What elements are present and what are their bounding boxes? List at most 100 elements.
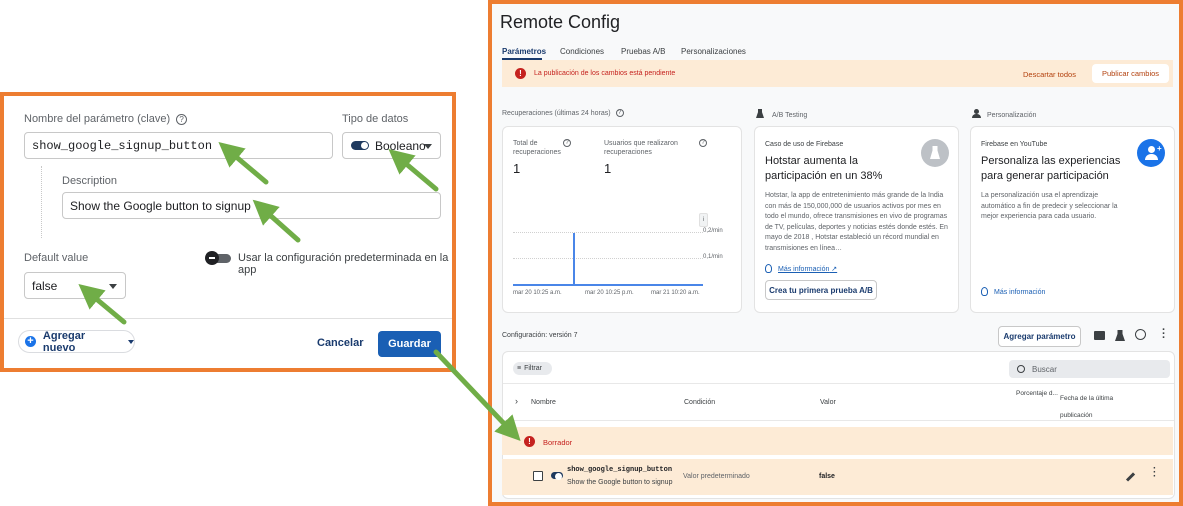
save-button[interactable]: Guardar <box>378 331 441 357</box>
users-fetched-label: Usuarios que realizaron recuperaciones <box>604 140 678 156</box>
more-vert-icon[interactable]: · · · <box>1153 464 1156 482</box>
ab-body: Hotstar, la app de entretenimiento más g… <box>765 192 948 252</box>
help-icon[interactable]: ? <box>176 113 188 125</box>
filter-icon: ≡ <box>517 365 522 372</box>
gridline <box>513 258 703 259</box>
parameter-editor-panel: Nombre del parámetro (clave)? show_googl… <box>0 92 456 372</box>
flask-icon <box>921 139 949 167</box>
gridline <box>513 232 703 233</box>
row-description: Show the Google button to signup <box>567 479 673 486</box>
tab-conditions[interactable]: Condiciones <box>560 47 604 56</box>
ab-eyebrow: Caso de uso de Firebase <box>765 141 844 148</box>
param-name-label: Nombre del parámetro (clave)? <box>24 113 188 125</box>
total-fetches-value: 1 <box>513 161 521 176</box>
filter-chip[interactable]: ≡ Filtrar <box>513 362 552 375</box>
y-tick-label: 0,1/min <box>703 254 723 260</box>
boolean-toggle-icon <box>551 472 563 480</box>
edit-icon[interactable] <box>1125 472 1136 482</box>
users-fetched-value: 1 <box>604 161 612 176</box>
personalization-section-title: Personalización <box>972 109 1036 119</box>
person-add-icon: + <box>1137 139 1165 167</box>
ab-more-info-link[interactable]: Más información ↗ <box>765 264 837 273</box>
ab-testing-card: Caso de uso de Firebase Hotstar aumenta … <box>754 126 959 313</box>
error-icon: ! <box>524 436 535 447</box>
use-default-toggle[interactable] <box>205 251 232 265</box>
description-input[interactable]: Show the Google button to signup <box>62 192 441 219</box>
banner-message: La publicación de los cambios está pendi… <box>534 70 676 77</box>
help-icon[interactable]: ? <box>699 139 707 147</box>
column-condition: Condición <box>684 399 716 406</box>
row-value: false <box>819 473 835 480</box>
personalization-body: La personalización usa el aprendizaje au… <box>981 192 1118 220</box>
help-icon[interactable]: ? <box>563 139 571 147</box>
tab-ab-tests[interactable]: Pruebas A/B <box>621 47 665 56</box>
cancel-button[interactable]: Cancelar <box>317 337 363 349</box>
y-tick-label: 0,2/min <box>703 228 723 234</box>
publish-changes-button[interactable]: Publicar cambios <box>1092 64 1169 83</box>
param-key-input[interactable]: show_google_signup_button <box>24 132 333 159</box>
default-value-label: Default value <box>24 252 89 264</box>
column-percent: Porcentaje d... <box>1016 390 1058 397</box>
draft-group-row: ! Borrador <box>502 427 1173 455</box>
discard-all-button[interactable]: Descartar todos <box>1023 70 1076 79</box>
personalization-eyebrow: Firebase en YouTube <box>981 141 1048 148</box>
search-input[interactable]: Buscar <box>1009 360 1170 378</box>
add-parameter-button[interactable]: Agregar parámetro <box>998 326 1081 347</box>
x-tick-label: mar 20 10:25 p.m. <box>585 290 634 296</box>
config-version: Configuración: versión 7 <box>502 332 578 339</box>
chart-handle[interactable]: i <box>699 213 708 227</box>
fetch-spike <box>573 233 575 285</box>
divider <box>503 420 1174 421</box>
history-icon[interactable] <box>1135 329 1146 340</box>
error-icon: ! <box>515 68 526 79</box>
x-tick-label: mar 20 10:25 a.m. <box>513 290 562 296</box>
help-icon[interactable]: ? <box>615 109 624 117</box>
person-add-icon <box>972 109 981 118</box>
personalization-headline: Personaliza las experiencias para genera… <box>981 155 1121 182</box>
footer-divider <box>4 318 452 319</box>
row-condition: Valor predeterminado <box>683 473 750 480</box>
chevron-down-icon <box>424 143 432 149</box>
personalization-more-info-link[interactable]: Más información <box>981 287 1045 296</box>
ab-headline: Hotstar aumenta la participación en un 3… <box>765 155 883 182</box>
ab-section-title: A/B Testing <box>756 109 807 119</box>
fetches-section-title: Recuperaciones (últimas 24 horas) ? <box>502 109 624 117</box>
boolean-toggle-icon <box>351 141 369 150</box>
description-label: Description <box>62 175 118 187</box>
fetches-card: Total de recuperaciones ? 1 Usuarios que… <box>502 126 742 313</box>
column-name: Nombre <box>531 399 556 406</box>
remote-config-console: Remote Config Parámetros Condiciones Pru… <box>488 0 1183 506</box>
use-default-label: Usar la configuración predeterminada en … <box>238 252 449 276</box>
search-icon <box>1017 365 1025 373</box>
tab-personalizations[interactable]: Personalizaciones <box>681 47 746 56</box>
plus-icon: + <box>25 336 36 347</box>
data-type-label: Tipo de datos <box>342 113 409 125</box>
divider <box>503 383 1174 384</box>
tab-parameters[interactable]: Parámetros <box>502 47 546 56</box>
folder-icon[interactable] <box>1094 331 1105 340</box>
row-key[interactable]: show_google_signup_button <box>567 466 672 474</box>
chevron-down-icon <box>109 283 117 289</box>
expand-icon[interactable]: › <box>515 396 518 406</box>
description-indent-line <box>41 166 42 238</box>
page-title: Remote Config <box>500 12 621 32</box>
flask-icon <box>756 109 764 118</box>
personalization-card: Firebase en YouTube Personaliza las expe… <box>970 126 1175 313</box>
add-new-button[interactable]: + Agregar nuevo <box>18 330 135 354</box>
draft-label: Borrador <box>543 438 573 447</box>
lightbulb-icon <box>981 287 988 296</box>
pending-changes-banner: ! La publicación de los cambios está pen… <box>502 60 1173 87</box>
column-last-published: Fecha de la última publicación <box>1060 395 1114 419</box>
x-tick-label: mar 21 10:20 a.m. <box>651 290 700 296</box>
more-vert-icon[interactable]: · · · <box>1162 325 1166 344</box>
column-value: Valor <box>820 399 836 406</box>
chart-baseline <box>513 284 703 286</box>
data-type-select[interactable]: Booleano <box>342 132 441 159</box>
default-value-select[interactable]: false <box>24 272 126 299</box>
row-checkbox[interactable] <box>533 471 543 481</box>
table-row[interactable]: show_google_signup_button Show the Googl… <box>502 459 1173 495</box>
chevron-down-icon <box>128 339 134 344</box>
flask-icon[interactable] <box>1115 330 1125 341</box>
create-ab-test-button[interactable]: Crea tu primera prueba A/B <box>765 280 877 300</box>
lightbulb-icon <box>765 264 772 273</box>
